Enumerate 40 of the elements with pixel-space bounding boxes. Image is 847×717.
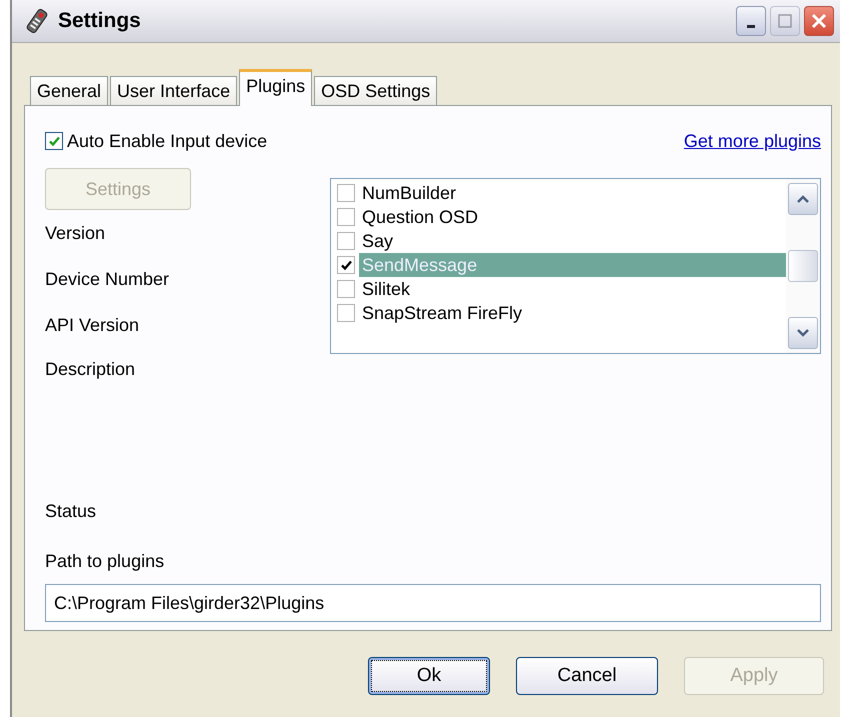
path-field[interactable]: C:\Program Files\girder32\Plugins [45,584,821,622]
field-label: Version [45,222,106,244]
auto-enable-checkbox[interactable]: Auto Enable Input device [45,130,268,152]
caret-down-icon [796,328,810,338]
list-item[interactable]: Say [359,229,786,253]
tab[interactable]: General [30,76,108,105]
scroll-up-button[interactable] [788,183,818,215]
checkbox[interactable] [337,232,355,250]
ok-button[interactable]: Ok [368,657,490,695]
field-label: Description [45,359,136,380]
minimize-button[interactable] [736,6,766,36]
list-item[interactable]: NumBuilder [359,181,786,205]
checkbox[interactable] [337,280,355,298]
checkbox[interactable] [337,208,355,226]
scroll-down-button[interactable] [788,317,818,349]
tab[interactable]: User Interface [110,76,238,105]
list-item[interactable]: Silitek [359,277,786,301]
get-more-plugins-link[interactable]: Get more plugins [684,130,821,152]
field-label: API Version [45,314,140,336]
caret-up-icon [796,194,810,204]
checkbox[interactable] [337,256,355,274]
close-button[interactable] [804,6,834,36]
tab[interactable]: OSD Settings [314,76,438,105]
maximize-icon [777,13,793,29]
field-label: Device Number [45,268,170,290]
checkbox[interactable] [337,304,355,322]
cancel-button[interactable]: Cancel [516,657,658,695]
path-label: Path to plugins [45,550,164,572]
list-item[interactable]: Question OSD [359,205,786,229]
check-icon [48,134,60,148]
window-title: Settings [58,9,142,33]
check-icon [340,258,352,272]
scroll-thumb[interactable] [788,250,818,282]
field-label: Status [45,500,96,522]
minimize-icon [747,24,755,28]
scrollbar[interactable] [786,179,820,353]
close-icon [810,12,828,30]
list-item[interactable]: SnapStream FireFly [359,301,786,325]
tab[interactable]: Plugins [239,69,312,106]
checkbox[interactable] [337,184,355,202]
